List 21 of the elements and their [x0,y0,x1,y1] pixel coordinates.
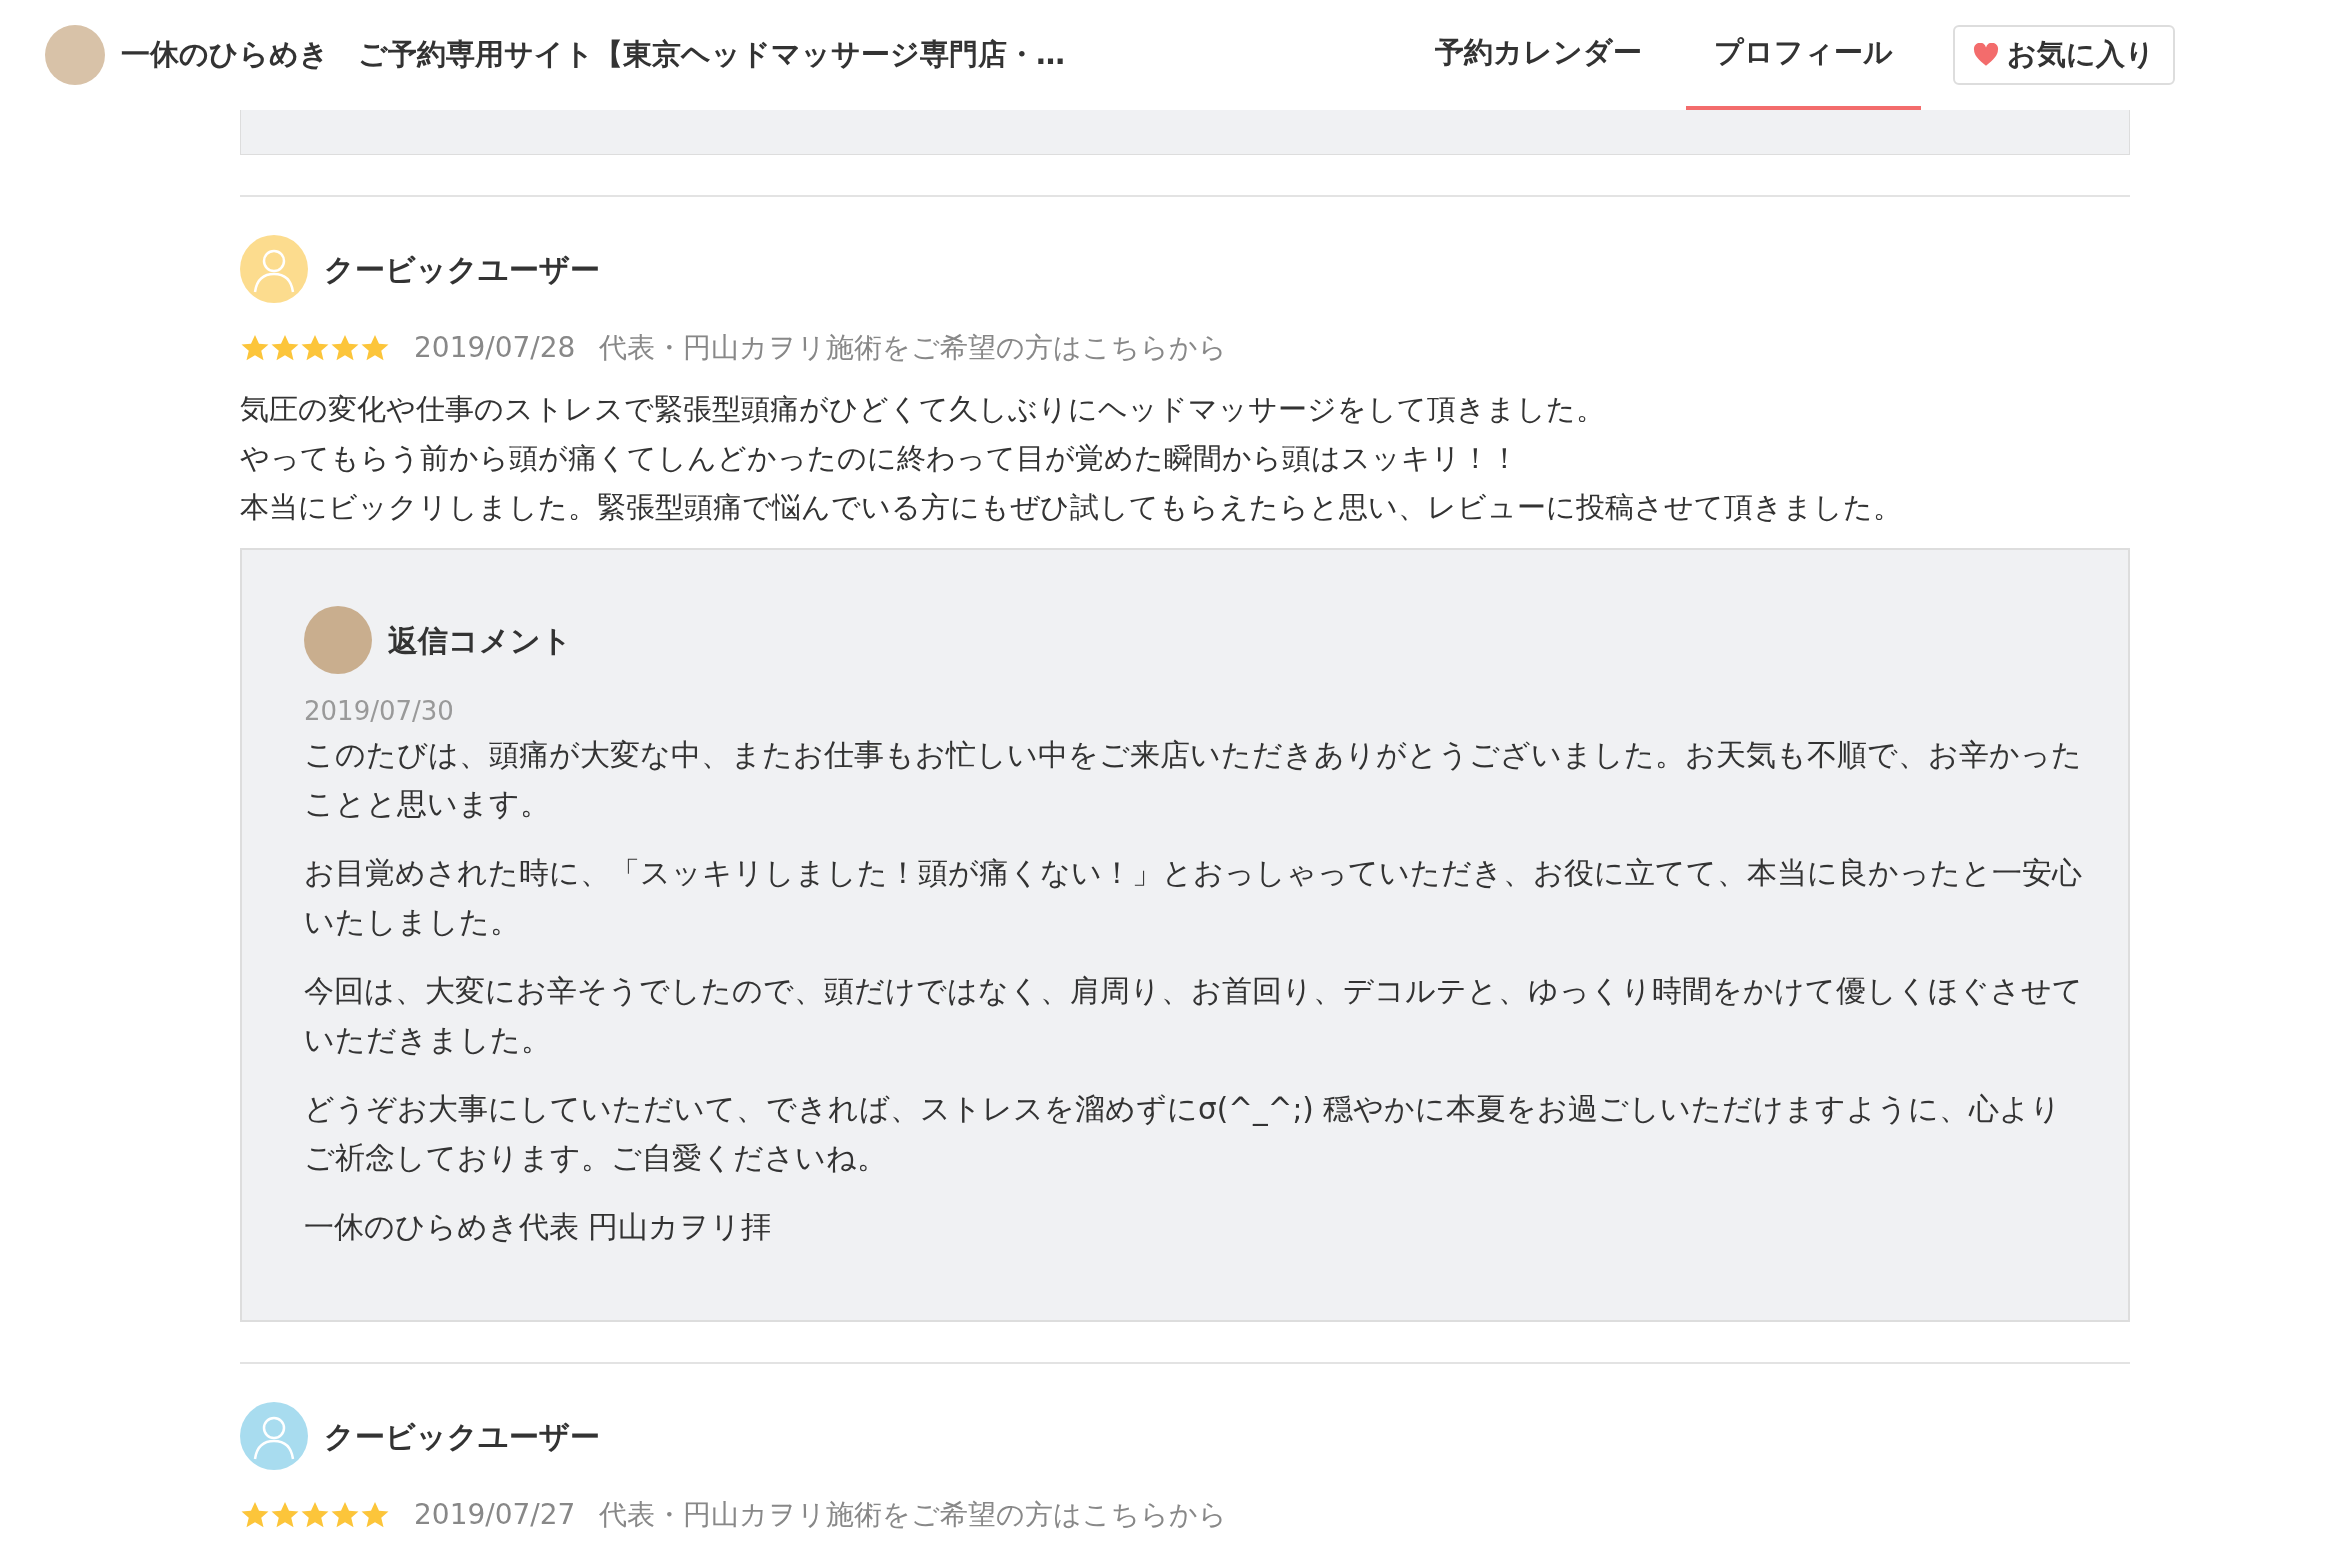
review-date: 2019/07/28 [414,330,576,366]
reply-text: 一休のひらめき代表 円山カヲリ拝 [304,1209,773,1246]
reply-title: 返信コメント [388,621,572,660]
reply-text: お目覚めされた時に、「スッキリしました！頭が痛くない！」とおっしゃっていただき、お役に立てて、本当に良かったと一安心いたしました。 [304,855,2083,941]
review-text: やってもらう前から頭が痛くてしんどかったのに終わって目が覚めた瞬間から頭はスッキリ！！ [240,440,1520,477]
heart-icon [1973,43,1999,67]
reply-date: 2019/07/30 [304,695,455,728]
menu-name: 代表・円山カヲリ施術をご希望の方はこちらから [599,1497,1228,1533]
reply-text: どうぞお大事にしていただいて、できれば、ストレスを溜めずにσ(^_^;) 穏やかに本夏をお過ごしいただけますように、心よりご祈念しております。ご自愛くださいね。 [304,1091,2063,1177]
logo-photo-placeholder [45,25,105,85]
user-name: クービックユーザー [324,250,600,289]
review-text: 気圧の変化や仕事のストレスで緊張型頭痛がひどくて久しぶりにヘッドマッサージをして頂きました。 [240,391,1606,428]
review-text: 本当にビックリしました。緊張型頭痛で悩んでいる方にもぜひ試してもらえたらと思い、レビューに投稿させて頂きました。 [240,489,1903,526]
menu-name: 代表・円山カヲリ施術をご希望の方はこちらから [599,330,1228,366]
review-date: 2019/07/27 [414,1497,576,1533]
reply-text: 今回は、大変にお辛そうでしたので、頭だけではなく、肩周り、お首回り、デコルテと、ゆっくり時間をかけて優しくほぐさせていただきました。 [304,973,2084,1059]
nav-tab[interactable]: 予約カレンダー [1407,0,1670,110]
reply-text: このたびは、頭痛が大変な中、またお仕事もお忙しい中をご来店いただきありがとうございました。お天気も不順で、お辛かったことと思います。 [304,737,2083,823]
user-name: クービックユーザー [324,1417,600,1456]
site-title: 一休のひらめき ご予約専用サイト【東京ヘッドマッサージ専門店・… [121,36,1065,74]
favorite-button[interactable]: お気に入り [1953,25,2175,85]
